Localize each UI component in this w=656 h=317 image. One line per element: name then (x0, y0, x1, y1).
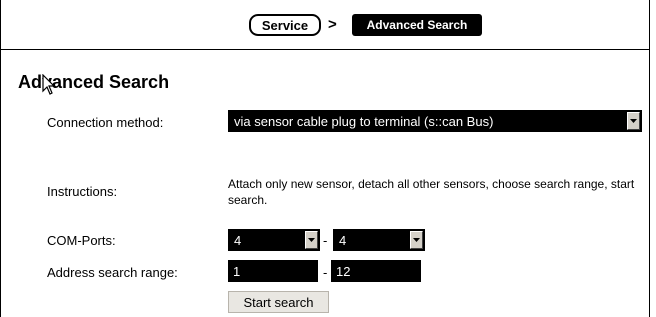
address-range-separator: - (323, 265, 328, 280)
breadcrumb-separator: > (328, 16, 337, 33)
com-port-to-value: 4 (339, 232, 347, 248)
address-to-input[interactable]: 12 (331, 260, 421, 282)
address-range-label: Address search range: (47, 265, 178, 280)
connection-method-select[interactable]: via sensor cable plug to terminal (s::ca… (228, 110, 642, 132)
com-port-from-select[interactable]: 4 (228, 229, 320, 251)
com-ports-label: COM-Ports: (47, 233, 116, 248)
instructions-label: Instructions: (47, 184, 118, 199)
chevron-down-icon[interactable] (627, 112, 640, 130)
com-port-to-select[interactable]: 4 (333, 229, 425, 251)
breadcrumb-current: Advanced Search (352, 14, 482, 36)
page-title: Advanced Search (18, 72, 170, 92)
address-from-input[interactable]: 1 (228, 260, 318, 282)
chevron-down-icon[interactable] (410, 231, 423, 249)
connection-method-value: via sensor cable plug to terminal (s::ca… (234, 113, 494, 129)
chevron-down-icon[interactable] (305, 231, 318, 249)
mouse-cursor-icon (42, 74, 56, 95)
instructions-text: Attach only new sensor, detach all other… (228, 177, 635, 207)
com-port-from-value: 4 (234, 232, 242, 248)
connection-method-label: Connection method: (47, 115, 164, 130)
com-ports-separator: - (323, 233, 328, 248)
breadcrumb-service-link[interactable]: Service (249, 14, 321, 36)
breadcrumb: Service > Advanced Search (0, 0, 650, 50)
start-search-button[interactable]: Start search (228, 291, 329, 313)
